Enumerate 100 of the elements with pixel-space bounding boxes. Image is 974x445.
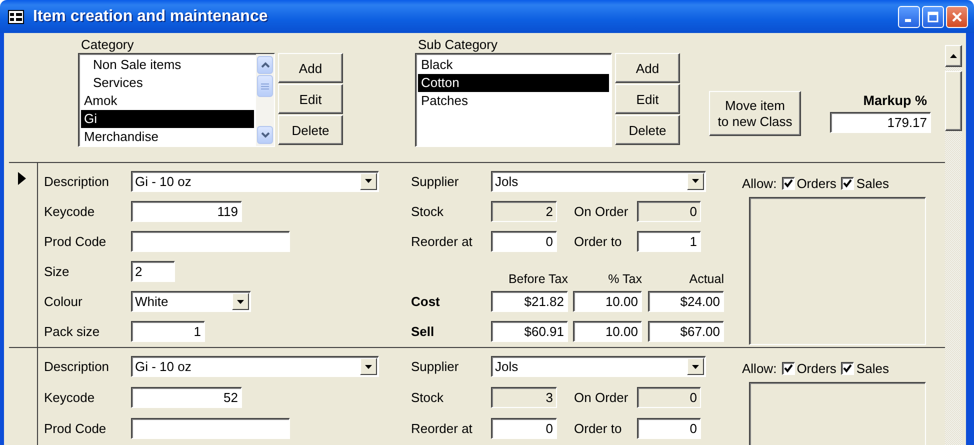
notes-field[interactable] <box>749 197 926 345</box>
list-item[interactable]: Non Sale items <box>81 56 254 74</box>
prod-code-field[interactable] <box>131 230 290 252</box>
caret-up-icon[interactable] <box>950 54 957 58</box>
edit-button[interactable]: Edit <box>278 84 343 114</box>
caret-down-icon[interactable] <box>692 179 699 184</box>
list-scrollbar[interactable] <box>256 54 274 146</box>
field-label: On Order <box>573 204 630 219</box>
field-label: Pack size <box>44 324 101 340</box>
field-label: Keycode <box>44 204 96 219</box>
number-field[interactable]: 0 <box>637 418 701 439</box>
delete-button[interactable]: Delete <box>615 115 680 145</box>
number-field[interactable]: 1 <box>637 230 701 252</box>
field-label: Supplier <box>411 359 460 374</box>
checkbox[interactable] <box>841 177 854 190</box>
list-item[interactable]: Patches <box>418 92 609 110</box>
checkbox[interactable] <box>782 362 795 375</box>
column-header: Before Tax <box>507 272 568 286</box>
list-item[interactable]: Services <box>81 74 254 92</box>
checkbox[interactable] <box>782 177 795 190</box>
checkbox-label: Orders <box>796 361 836 376</box>
maximize-icon[interactable] <box>927 10 939 22</box>
move-item-button[interactable]: Move item to new Class <box>709 91 801 136</box>
list-item[interactable]: Cotton <box>418 74 609 92</box>
field-label: Stock <box>411 390 445 405</box>
price-field[interactable]: $60.91 <box>491 321 568 342</box>
field-label: Description <box>44 174 110 189</box>
description-dropdown[interactable]: Gi - 10 oz <box>131 170 379 192</box>
field-label: Supplier <box>411 174 460 189</box>
price-field[interactable]: $21.82 <box>491 291 568 312</box>
keycode-field[interactable]: 119 <box>131 200 242 222</box>
list-item[interactable]: Amok <box>81 92 254 110</box>
field-label: Colour <box>44 294 84 310</box>
record-pointer-icon <box>18 172 26 185</box>
scrollbar[interactable] <box>945 45 962 445</box>
price-field[interactable]: 10.00 <box>573 321 642 342</box>
field-label: Size <box>44 264 70 280</box>
form-icon <box>8 10 24 24</box>
check-icon <box>784 179 793 188</box>
caret-down-icon[interactable] <box>365 364 372 368</box>
checkbox[interactable] <box>841 362 854 375</box>
maximize-button[interactable] <box>922 6 944 28</box>
number-field: 0 <box>637 387 701 408</box>
pack-size-field[interactable]: 1 <box>131 321 205 342</box>
chevron-up-icon[interactable] <box>260 62 270 68</box>
field-label: Prod Code <box>44 234 108 249</box>
caret-down-icon[interactable] <box>692 364 699 368</box>
grip-icon[interactable] <box>261 82 269 90</box>
price-label: Sell <box>411 324 436 340</box>
list-box[interactable]: Black Cotton Patches <box>415 53 612 147</box>
add-button[interactable]: Add <box>278 53 343 83</box>
price-label: Cost <box>411 294 441 310</box>
size-field[interactable]: 2 <box>131 261 175 282</box>
price-field[interactable]: 10.00 <box>573 291 642 312</box>
field-label: Keycode <box>44 390 96 405</box>
close-button[interactable] <box>946 6 968 28</box>
number-field[interactable]: 0 <box>491 418 557 439</box>
add-button[interactable]: Add <box>615 53 680 83</box>
supplier-dropdown[interactable]: Jols <box>491 170 706 192</box>
field-label: Description <box>44 359 110 374</box>
check-icon <box>784 364 793 373</box>
column-header: Actual <box>688 272 724 286</box>
caret-down-icon[interactable] <box>237 300 244 304</box>
list-label: Sub Category <box>417 37 498 53</box>
prod-code-field[interactable] <box>131 418 290 439</box>
allow-label: Allow: <box>742 361 777 376</box>
check-icon <box>843 179 852 188</box>
list-box[interactable]: Non Sale items Services Amok Gi Merchandise <box>78 53 275 147</box>
price-field[interactable]: $24.00 <box>648 291 724 312</box>
supplier-dropdown[interactable]: Jols <box>491 356 706 377</box>
minimize-button[interactable] <box>898 6 920 28</box>
check-icon <box>843 364 852 373</box>
list-label: Category <box>80 37 135 53</box>
field-label: Reorder at <box>411 421 474 436</box>
number-field: 3 <box>491 387 557 408</box>
number-field: 2 <box>491 200 557 222</box>
checkbox-label: Sales <box>856 361 889 376</box>
colour-dropdown[interactable]: White <box>131 291 251 312</box>
list-item[interactable]: Gi <box>81 110 254 128</box>
column-header: % Tax <box>607 272 642 286</box>
markup-label: Markup % <box>863 93 928 110</box>
number-field[interactable]: 0 <box>491 230 557 252</box>
keycode-field[interactable]: 52 <box>131 387 242 408</box>
field-label: Order to <box>573 421 623 436</box>
markup-field[interactable]: 179.17 <box>830 112 931 133</box>
description-dropdown[interactable]: Gi - 10 oz <box>131 356 379 377</box>
field-label: Reorder at <box>411 234 474 249</box>
close-icon[interactable] <box>951 10 963 22</box>
checkbox-label: Orders <box>796 176 836 191</box>
caret-down-icon[interactable] <box>365 179 372 184</box>
checkbox-label: Sales <box>856 176 889 191</box>
price-field[interactable]: $67.00 <box>648 321 724 342</box>
chevron-down-icon[interactable] <box>260 132 270 138</box>
scrollbar-thumb[interactable] <box>945 71 962 131</box>
list-item[interactable]: Merchandise <box>81 128 254 146</box>
edit-button[interactable]: Edit <box>615 84 680 114</box>
window-title: Item creation and maintenance <box>33 8 269 26</box>
delete-button[interactable]: Delete <box>278 115 343 145</box>
list-item[interactable]: Black <box>418 56 609 74</box>
field-label: Order to <box>573 234 623 249</box>
